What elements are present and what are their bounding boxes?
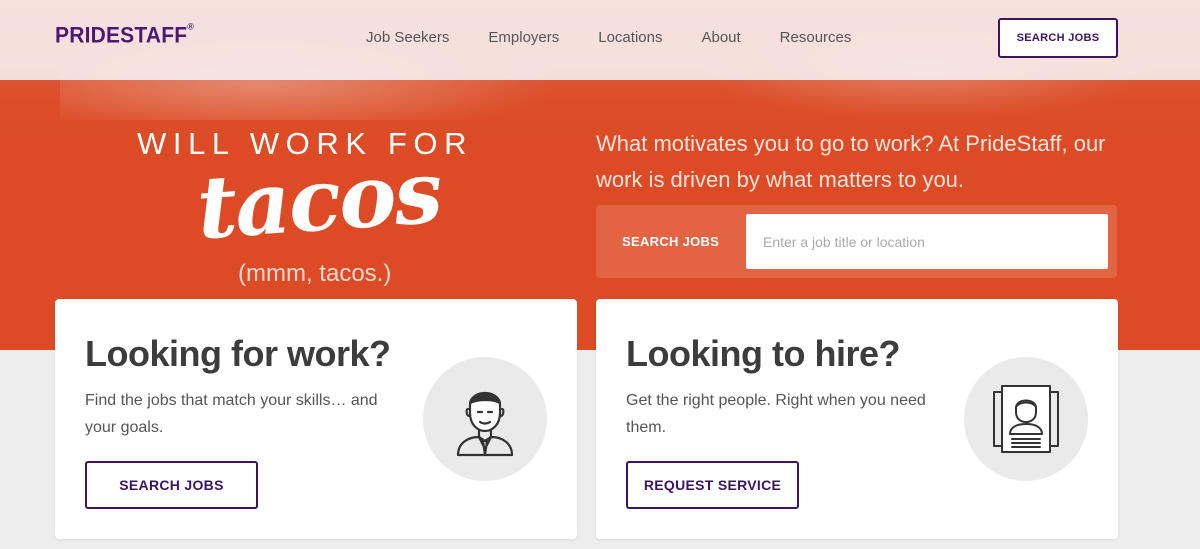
resume-icon [993,385,1059,453]
job-seeker-icon [456,391,514,457]
job-search-panel: SEARCH JOBS [596,205,1117,278]
job-seeker-card: Looking for work? Find the jobs that mat… [55,299,577,539]
employer-icon-circle [964,357,1088,481]
hero-tagline-sub: (mmm, tacos.) [238,260,392,287]
request-service-button[interactable]: REQUEST SERVICE [626,461,799,509]
nav-locations[interactable]: Locations [598,29,662,46]
job-seeker-card-title: Looking for work? [85,333,391,374]
registered-mark: ® [187,21,195,32]
employer-card-title: Looking to hire? [626,333,900,374]
employer-card: Looking to hire? Get the right people. R… [596,299,1118,539]
search-jobs-button[interactable]: SEARCH JOBS [85,461,258,509]
hero-intro-text: What motivates you to go to work? At Pri… [596,131,1106,192]
job-search-label: SEARCH JOBS [622,234,720,249]
site-header: PRIDESTAFF® Job Seekers Employers Locati… [0,0,1200,80]
pridestaff-logo[interactable]: PRIDESTAFF® [55,21,195,48]
logo-text: PRIDESTAFF [55,23,188,48]
employer-card-body: Get the right people. Right when you nee… [626,392,926,436]
hero-tagline-script: tacos [193,141,444,260]
job-seeker-icon-circle [423,357,547,481]
nav-job-seekers[interactable]: Job Seekers [366,29,449,46]
nav-about[interactable]: About [701,29,740,46]
header-search-jobs-button[interactable]: SEARCH JOBS [998,18,1118,58]
main-nav: Job Seekers Employers Locations About Re… [366,29,890,46]
nav-resources[interactable]: Resources [780,29,852,46]
job-search-input[interactable] [746,214,1108,269]
nav-employers[interactable]: Employers [488,29,559,46]
job-seeker-card-body: Find the jobs that match your skills… an… [85,392,378,436]
